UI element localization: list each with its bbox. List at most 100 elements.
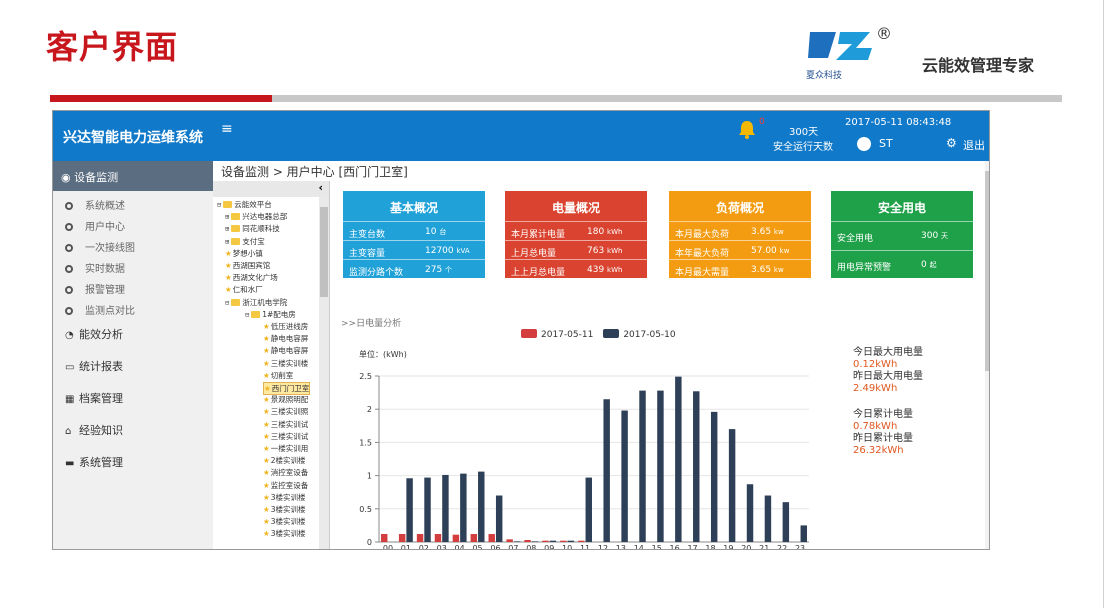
- tree-node[interactable]: ★三楼实训楼: [263, 358, 308, 369]
- tree-node[interactable]: ⊟ 云能效平台: [217, 199, 272, 210]
- sidebar-subitem[interactable]: 用户中心: [65, 218, 125, 233]
- bar: [621, 410, 628, 542]
- sidebar-subitem-label: 实时数据: [85, 264, 125, 275]
- stat-block: 今日累计电量 0.78kWh: [853, 409, 923, 433]
- star-icon: ★: [225, 261, 232, 270]
- card-value-number: 57.00: [751, 246, 780, 256]
- table-icon: ▦: [65, 394, 75, 405]
- user-name[interactable]: ST: [879, 137, 893, 150]
- collapse-icon[interactable]: ⊟: [245, 311, 249, 319]
- sidebar-item[interactable]: ▭ 统计报表: [65, 358, 123, 374]
- card-row: 本年最大负荷 57.00 kw: [669, 240, 811, 259]
- x-tick-label: 10: [562, 544, 572, 550]
- sidebar-subitem[interactable]: 实时数据: [65, 260, 125, 275]
- tree-scrollbar[interactable]: [319, 197, 329, 549]
- bar: [542, 540, 549, 542]
- bar: [398, 534, 406, 542]
- x-tick-label: 02: [419, 544, 429, 550]
- tree-node[interactable]: ★三楼实训试: [263, 431, 308, 442]
- tree-node[interactable]: ⊞ 支付宝: [225, 236, 265, 247]
- legend-label: 2017-05-11: [541, 330, 594, 340]
- x-tick-label: 05: [472, 544, 482, 550]
- tree-node[interactable]: ⊞ 同花顺科技: [225, 223, 280, 234]
- sidebar-subitem[interactable]: 报警管理: [65, 281, 125, 296]
- x-tick-label: 13: [616, 544, 626, 550]
- star-icon: ★: [263, 358, 270, 368]
- tree-node[interactable]: ★静电电容屏: [263, 345, 308, 356]
- tree-node[interactable]: ★2楼实训楼: [263, 455, 306, 466]
- main-scrollbar[interactable]: [985, 161, 989, 549]
- menu-toggle-icon[interactable]: ≡: [221, 121, 233, 137]
- collapse-icon[interactable]: ⊟: [225, 299, 229, 307]
- tree-node[interactable]: ★消控室设备: [263, 467, 308, 478]
- tree-node[interactable]: ★景观照明配: [263, 394, 308, 405]
- tree-node[interactable]: ★3楼实训楼: [263, 516, 306, 527]
- sidebar-subitem-label: 报警管理: [85, 285, 125, 296]
- x-tick-label: 22: [777, 544, 787, 550]
- tree-node-label: 三楼实训楼: [270, 358, 309, 368]
- sidebar-item[interactable]: ▬ 系统管理: [65, 454, 123, 470]
- bar: [693, 391, 700, 542]
- tree-node[interactable]: ★3楼实训楼: [263, 504, 306, 515]
- sidebar-item[interactable]: ▦ 档案管理: [65, 390, 123, 406]
- tree-node[interactable]: ★西门门卫室: [263, 382, 311, 395]
- sidebar-item-device-monitor[interactable]: ◉ 设备监测: [53, 161, 213, 191]
- collapse-icon[interactable]: ⊟: [217, 201, 221, 209]
- tree-node[interactable]: ★三楼实训试: [263, 419, 308, 430]
- tree-node-label: 仁和水厂: [232, 285, 263, 295]
- slide-title: 客户界面: [46, 28, 179, 66]
- tree-node[interactable]: ⊞ 兴达电器总部: [225, 211, 287, 222]
- card-row-label: 上上月总电量: [511, 268, 566, 278]
- main-scroll-thumb[interactable]: [985, 171, 989, 371]
- tree-node[interactable]: ★3楼实训楼: [263, 492, 306, 503]
- bar: [524, 540, 531, 542]
- tree-node[interactable]: ★一楼实训用: [263, 443, 308, 454]
- stat-value: 0.78kWh: [853, 421, 898, 432]
- stat-label: 今日最大用电量: [853, 347, 923, 358]
- expand-icon[interactable]: ⊞: [225, 238, 229, 246]
- bell-icon[interactable]: [737, 119, 757, 139]
- card-value-unit: kw: [773, 228, 784, 236]
- sidebar-subitem[interactable]: 一次接线图: [65, 239, 135, 254]
- dashboard-icon: ◉: [61, 171, 75, 184]
- tree-node[interactable]: ★仁和水厂: [225, 284, 263, 295]
- x-tick-label: 18: [705, 544, 715, 550]
- x-tick-label: 17: [687, 544, 697, 550]
- tree-node[interactable]: ★梦想小镇: [225, 248, 263, 259]
- card-value-unit: kWh: [607, 228, 623, 236]
- card-row-label: 安全用电: [837, 234, 874, 244]
- tree-node[interactable]: ★静电电容屏: [263, 333, 308, 344]
- tree-collapse-button[interactable]: ‹: [213, 181, 329, 197]
- tree-node[interactable]: ★监控室设备: [263, 480, 308, 491]
- expand-icon[interactable]: ⊞: [225, 213, 229, 221]
- tree-node[interactable]: ★三楼实训照: [263, 406, 308, 417]
- folder-icon: [223, 201, 233, 208]
- logout-link[interactable]: 退出: [963, 137, 985, 153]
- bar: [585, 477, 592, 542]
- avatar[interactable]: [857, 137, 871, 151]
- tree-node[interactable]: ★低压进线房: [263, 321, 308, 332]
- sidebar-subitem[interactable]: 系统概述: [65, 197, 125, 212]
- sidebar-subitem[interactable]: 监测点对比: [65, 302, 135, 317]
- sidebar-item[interactable]: ◔ 能效分析: [65, 326, 123, 342]
- daily-energy-chart: 0 0.5 1 1.5 2 2.5 00 01 02 03 04 05 06 07 08 09 10 11 12 13…: [359, 372, 809, 550]
- tree-scroll-thumb[interactable]: [320, 207, 328, 297]
- card-row: 主变容量 12700 kVA: [343, 240, 485, 259]
- tree-node[interactable]: ⊟ 1#配电房: [245, 309, 296, 320]
- y-tick-label: 1.5: [359, 438, 372, 447]
- card-row: 用电异常预警 0 起: [831, 249, 973, 279]
- tree-node-label: 静电电容屏: [270, 334, 309, 344]
- card-row-label: 主变台数: [349, 230, 386, 240]
- expand-icon[interactable]: ⊞: [225, 225, 229, 233]
- tree-node[interactable]: ★切削室: [263, 370, 293, 381]
- gears-icon[interactable]: ⚙: [946, 136, 957, 150]
- tree-node-label: 浙江机电学院: [242, 297, 288, 307]
- tree-node[interactable]: ★西湖国宾馆: [225, 260, 270, 271]
- tree-node[interactable]: ★西湖文化广场: [225, 272, 278, 283]
- sidebar-item[interactable]: ⌂ 经验知识: [65, 422, 123, 438]
- card-value-number: 12700: [425, 246, 457, 256]
- tree-node[interactable]: ⊟ 浙江机电学院: [225, 297, 287, 308]
- tree-node-label: 低压进线房: [270, 322, 309, 331]
- card-value-unit: kWh: [607, 247, 623, 255]
- tree-node[interactable]: ★3楼实训楼: [263, 528, 306, 539]
